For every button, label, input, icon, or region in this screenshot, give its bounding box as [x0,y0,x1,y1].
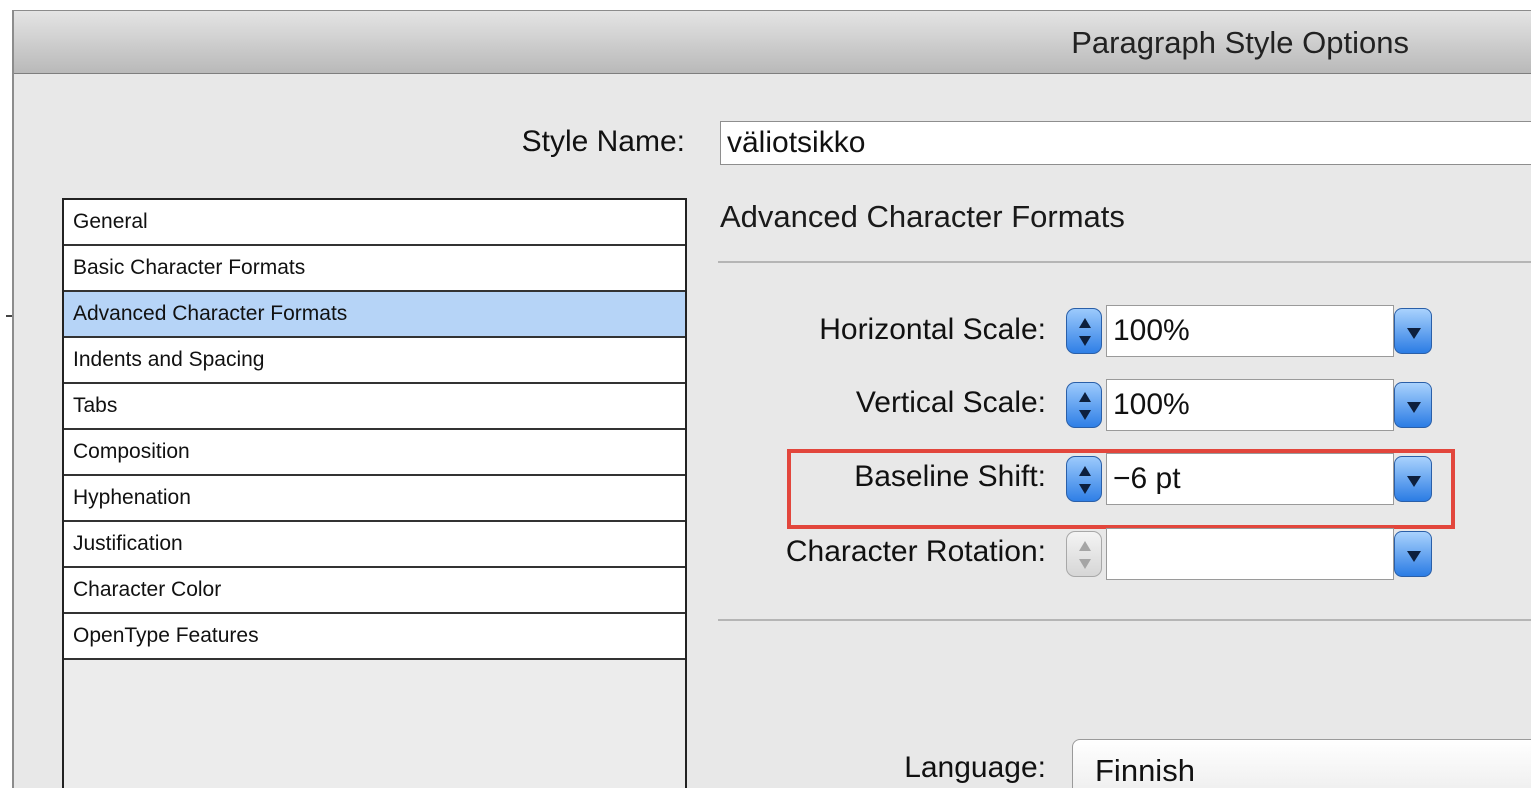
section-title: Advanced Character Formats [720,199,1125,234]
category-item-justification[interactable]: Justification [64,522,685,568]
vertical-scale-label: Vertical Scale: [855,386,1046,419]
horizontal-scale-label: Horizontal Scale: [819,313,1046,346]
paragraph-style-options-dialog: Paragraph Style Options Style Name: Gene… [12,10,1531,788]
horizontal-scale-stepper-icon[interactable] [1066,308,1102,354]
category-item-hyphenation[interactable]: Hyphenation [64,476,685,522]
horizontal-scale-input[interactable] [1106,305,1394,357]
category-item-basic-character-formats[interactable]: Basic Character Formats [64,246,685,292]
character-rotation-label: Character Rotation: [785,535,1046,568]
category-item-advanced-character-formats[interactable]: Advanced Character Formats [64,292,685,338]
vertical-scale-combo [1066,379,1432,431]
character-rotation-stepper-icon[interactable] [1066,531,1102,577]
category-item-indents-and-spacing[interactable]: Indents and Spacing [64,338,685,384]
section-divider-top [718,261,1531,263]
horizontal-scale-dropdown-arrow-icon[interactable] [1394,308,1432,354]
baseline-shift-dropdown-arrow-icon[interactable] [1394,456,1432,502]
style-name-input[interactable] [720,121,1531,165]
vertical-scale-dropdown-arrow-icon[interactable] [1394,382,1432,428]
title-bar[interactable]: Paragraph Style Options [14,11,1531,74]
baseline-shift-combo [1066,453,1432,505]
category-item-composition[interactable]: Composition [64,430,685,476]
category-item-tabs[interactable]: Tabs [64,384,685,430]
vertical-scale-input[interactable] [1106,379,1394,431]
language-select[interactable]: Finnish [1072,739,1531,788]
category-item-general[interactable]: General [64,200,685,246]
category-list: General Basic Character Formats Advanced… [62,198,687,788]
language-label: Language: [904,751,1046,784]
section-divider-bottom [718,619,1531,621]
character-rotation-combo [1066,528,1432,580]
baseline-shift-input[interactable] [1106,453,1394,505]
character-rotation-dropdown-arrow-icon[interactable] [1394,531,1432,577]
horizontal-scale-combo [1066,305,1432,357]
baseline-shift-stepper-icon[interactable] [1066,456,1102,502]
style-name-label: Style Name: [521,125,685,158]
baseline-shift-label: Baseline Shift: [854,460,1046,493]
window-title: Paragraph Style Options [1071,25,1409,60]
vertical-scale-stepper-icon[interactable] [1066,382,1102,428]
category-item-character-color[interactable]: Character Color [64,568,685,614]
edge-mark [6,315,12,317]
category-item-opentype-features[interactable]: OpenType Features [64,614,685,660]
character-rotation-input[interactable] [1106,528,1394,580]
